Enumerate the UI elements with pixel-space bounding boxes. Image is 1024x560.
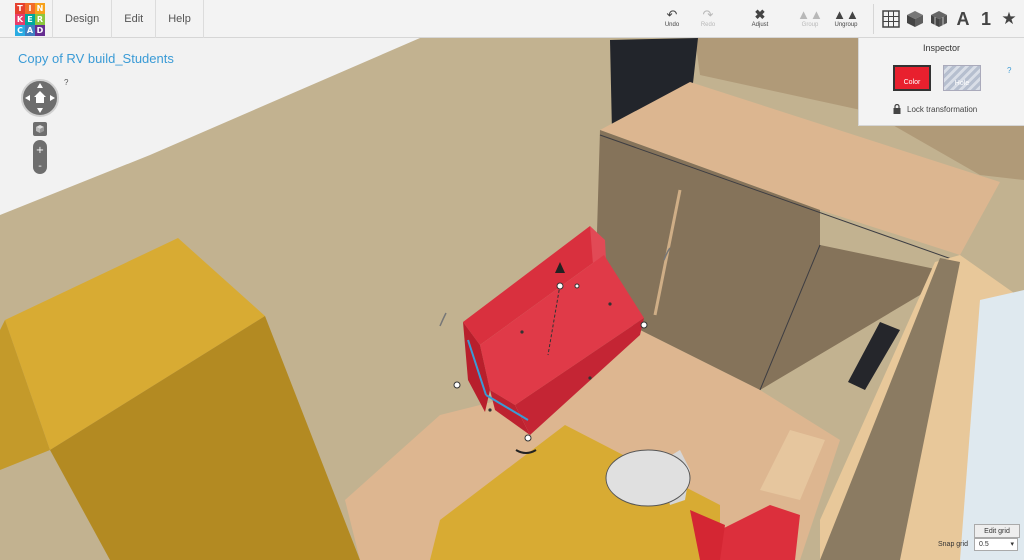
main-menu: Design Edit Help bbox=[52, 0, 204, 38]
undo-label: Undo bbox=[664, 22, 680, 28]
adjust-label: Adjust bbox=[751, 22, 769, 28]
resize-handle-front[interactable] bbox=[524, 434, 532, 442]
cube-menu-button[interactable] bbox=[928, 8, 950, 30]
hole-swatch-label: Hole bbox=[954, 80, 970, 87]
box-icon bbox=[907, 11, 923, 27]
round-table-top bbox=[605, 449, 691, 507]
design-title[interactable]: Copy of RV build_Students bbox=[18, 51, 174, 66]
ungroup-mountains-icon: ▲▲ bbox=[833, 7, 859, 22]
zoom-in-icon[interactable]: + bbox=[36, 145, 44, 156]
logo-letter: K bbox=[15, 14, 25, 25]
inspector-panel: Inspector Color Hole ? Lock transformati… bbox=[858, 38, 1024, 126]
text-icon[interactable]: A bbox=[952, 8, 974, 30]
menu-help[interactable]: Help bbox=[155, 0, 204, 38]
logo-letter: E bbox=[25, 14, 35, 25]
resize-handle-top[interactable] bbox=[556, 282, 564, 290]
resize-handle-right[interactable] bbox=[640, 321, 648, 329]
cube-menu-icon bbox=[931, 11, 947, 27]
workplane-grid-icon bbox=[882, 10, 900, 28]
top-toolbar: TINKERCAD Design Edit Help ↶ Undo ↷ Redo… bbox=[0, 0, 1024, 38]
couch-dot bbox=[520, 330, 524, 334]
tinkercad-logo[interactable]: TINKERCAD bbox=[15, 3, 45, 36]
number-icon[interactable]: 1 bbox=[975, 8, 997, 30]
star-icon[interactable]: ★ bbox=[998, 8, 1020, 30]
box-shape-button[interactable] bbox=[904, 8, 926, 30]
ungroup-label: Ungroup bbox=[834, 22, 858, 28]
color-swatch-button[interactable]: Color bbox=[893, 65, 931, 91]
resize-handle-corner[interactable] bbox=[574, 283, 580, 289]
logo-letter: A bbox=[25, 25, 35, 36]
logo-letter: C bbox=[15, 25, 25, 36]
view-navigation-controls: + - bbox=[21, 79, 59, 174]
redo-button[interactable]: ↷ Redo bbox=[688, 7, 728, 29]
menu-edit[interactable]: Edit bbox=[111, 0, 155, 38]
logo-letter: T bbox=[15, 3, 25, 14]
logo-letter: N bbox=[35, 3, 45, 14]
hole-swatch-button[interactable]: Hole bbox=[943, 65, 981, 91]
couch-dot bbox=[588, 376, 592, 380]
logo-letter: D bbox=[35, 25, 45, 36]
undo-button[interactable]: ↶ Undo bbox=[652, 7, 692, 29]
inspector-help-icon[interactable]: ? bbox=[1007, 66, 1011, 75]
grid-controls: Edit grid Snap grid 0.5 bbox=[934, 522, 1024, 560]
resize-handle-left[interactable] bbox=[453, 381, 461, 389]
logo-letter: R bbox=[35, 14, 45, 25]
ungroup-button[interactable]: ▲▲ Ungroup bbox=[826, 7, 866, 29]
title-help-icon[interactable]: ? bbox=[64, 78, 68, 87]
lock-transformation-toggle[interactable]: Lock transformation bbox=[893, 104, 977, 114]
couch-dot bbox=[608, 302, 612, 306]
menu-design[interactable]: Design bbox=[52, 0, 111, 38]
redo-label: Redo bbox=[700, 22, 716, 28]
redo-arrow-icon: ↷ bbox=[702, 7, 714, 22]
couch-dot bbox=[488, 408, 492, 412]
adjust-button[interactable]: ✖ Adjust bbox=[740, 7, 780, 29]
workplane-grid-button[interactable] bbox=[880, 8, 902, 30]
color-swatch-label: Color bbox=[903, 79, 921, 86]
inspector-title: Inspector bbox=[922, 43, 961, 53]
zoom-out-icon[interactable]: - bbox=[38, 161, 42, 172]
edit-grid-button[interactable]: Edit grid bbox=[974, 524, 1020, 538]
logo-letter: I bbox=[25, 3, 35, 14]
snap-grid-label: Snap grid bbox=[938, 541, 968, 548]
group-mountains-icon: ▲▲ bbox=[797, 7, 823, 22]
adjust-tools-icon: ✖ bbox=[754, 7, 766, 22]
undo-arrow-icon: ↶ bbox=[666, 7, 678, 22]
snap-grid-select[interactable]: 0.5 bbox=[974, 538, 1018, 551]
toolbar-divider bbox=[873, 4, 874, 34]
group-label: Group bbox=[801, 22, 819, 28]
lock-transformation-label: Lock transformation bbox=[907, 104, 978, 114]
lock-icon bbox=[893, 104, 901, 114]
group-button[interactable]: ▲▲ Group bbox=[790, 7, 830, 29]
